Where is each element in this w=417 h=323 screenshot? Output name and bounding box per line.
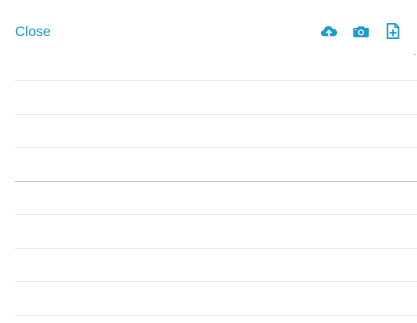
row-divider xyxy=(15,214,417,215)
row-divider xyxy=(15,181,417,182)
empty-list xyxy=(15,0,417,323)
row-divider xyxy=(15,248,417,249)
row-divider xyxy=(15,114,417,115)
row-divider xyxy=(15,315,417,316)
row-divider xyxy=(15,281,417,282)
row-divider xyxy=(15,80,417,81)
row-divider xyxy=(15,147,417,148)
